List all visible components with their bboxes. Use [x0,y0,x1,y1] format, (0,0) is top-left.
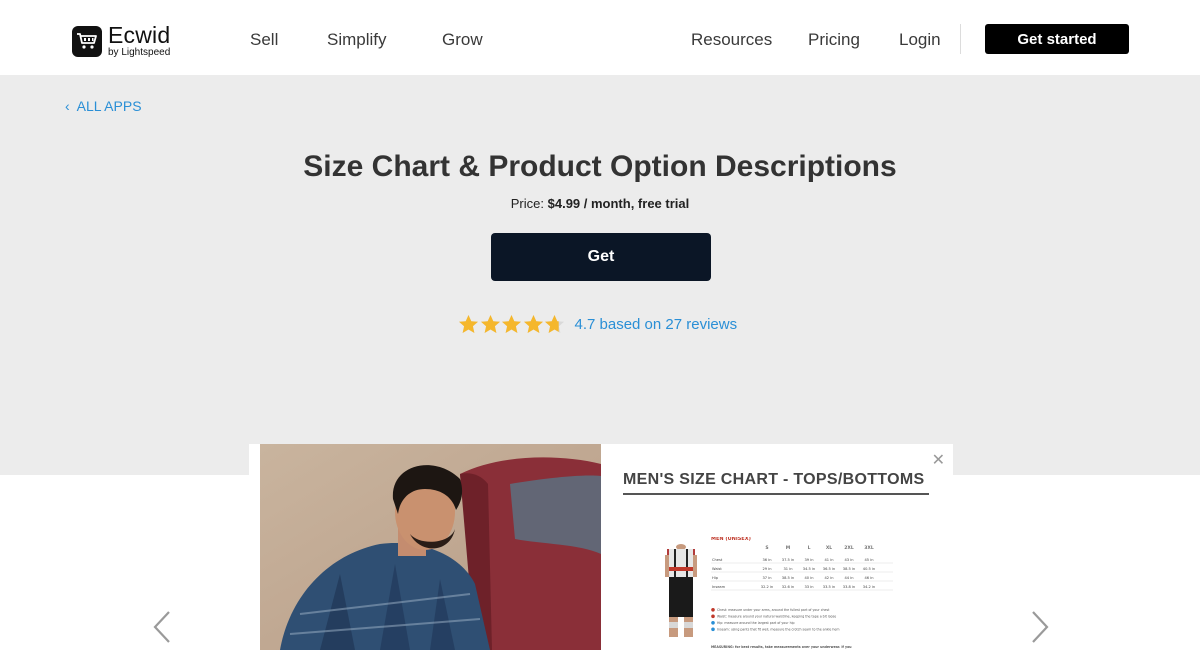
size-cell: 33.8 in [843,585,855,589]
screenshot-carousel: ✕ MEN'S SIZE CHART - TOPS/BOTTOMS MEN (U… [249,444,953,650]
size-cell: 36 in [763,558,772,562]
chevron-left-icon [153,611,170,643]
nav-resources[interactable]: Resources [691,30,772,50]
get-app-button[interactable]: Get [491,233,711,281]
star-icon [502,315,521,333]
size-cell: 29 in [763,567,772,571]
title-underline [623,493,929,495]
size-chart-title: MEN'S SIZE CHART - TOPS/BOTTOMS [623,471,925,488]
size-header: 3XL [864,545,874,551]
carousel-next-button[interactable] [1030,610,1050,650]
size-row-label: Waist [712,567,722,571]
nav-pricing[interactable]: Pricing [808,30,860,50]
logo-tagline: by Lightspeed [108,47,171,58]
star-icon [459,315,478,333]
size-cell: 38.5 in [782,576,794,580]
nav-simplify[interactable]: Simplify [327,30,387,50]
size-cell: 44 in [845,576,854,580]
size-cell: 37 in [763,576,772,580]
size-header: 2XL [844,545,854,551]
size-cell: 42 in [825,576,834,580]
star-icon [523,315,543,333]
chevron-left-icon: ‹ [65,98,70,114]
size-cell: 31 in [784,567,793,571]
svg-text:MEN (UNISEX): MEN (UNISEX) [711,537,751,542]
close-icon[interactable]: ✕ [932,450,945,470]
rating-text: 4.7 based on 27 reviews [574,316,738,333]
size-cell: 33 in [805,585,814,589]
size-header: M [786,545,791,551]
size-cell: 40.5 in [863,567,875,571]
all-apps-link[interactable]: ‹ ALL APPS [65,98,142,114]
carousel-prev-button[interactable] [152,610,172,650]
rating-stars [458,314,566,335]
size-row-label: Chest [712,558,723,562]
size-cell: 39 in [805,558,814,562]
size-cell: 34.2 in [863,585,875,589]
price-prefix: Price: [510,196,544,211]
nav-sell[interactable]: Sell [250,30,278,50]
size-chart-preview: ✕ MEN'S SIZE CHART - TOPS/BOTTOMS MEN (U… [601,444,953,650]
size-note: Hip: measure around the largest part of … [717,621,795,625]
size-cell: 45 in [865,558,874,562]
logo-name: Ecwid [108,22,171,48]
size-cell: 40 in [805,576,814,580]
all-apps-label: ALL APPS [76,98,142,114]
size-cell: 38.5 in [843,567,855,571]
nav-login[interactable]: Login [899,30,941,50]
size-row-label: Inseam [712,585,726,589]
product-photo [260,444,601,650]
get-started-button[interactable]: Get started [985,24,1129,54]
size-note: Inseam: using pants that fit well, measu… [717,628,839,632]
header-divider [960,24,961,54]
note-marker [711,621,715,625]
size-header: XL [826,545,832,551]
size-cell: 32.6 in [782,585,794,589]
size-note: Chest: measure under your arms, around t… [717,608,830,612]
size-cell: 46 in [865,576,874,580]
cart-icon [72,25,102,57]
size-row-label: Hip [712,576,719,580]
size-cell: 43 in [845,558,854,562]
size-cell: 34.5 in [803,567,815,571]
size-note: Waist: measure around your natural waist… [717,615,836,619]
size-cell: 36.5 in [823,567,835,571]
note-marker [711,614,715,619]
note-marker [711,627,715,632]
star-icon [480,315,500,333]
size-cell: 37.5 in [782,558,794,562]
svg-text:MEASURING: for best results, t: MEASURING: for best results, take measur… [711,645,852,649]
nav-grow[interactable]: Grow [442,30,483,50]
chevron-right-icon [1032,611,1049,643]
site-header: Ecwid by Lightspeed Sell Simplify Grow R… [0,0,1200,75]
size-header: S [765,545,768,551]
rating-link[interactable]: 4.7 based on 27 reviews [458,314,737,335]
size-cell: 32.2 in [761,585,773,589]
star-icon [545,315,564,333]
size-cell: 33.5 in [823,585,835,589]
note-marker [711,608,715,612]
ecwid-logo[interactable]: Ecwid by Lightspeed [72,24,170,58]
price-value: $4.99 / month, free trial [547,196,690,211]
size-cell: 41 in [825,558,834,562]
size-header: L [808,545,811,551]
price-line: Price: $4.99 / month, free trial [0,196,1200,211]
app-title: Size Chart & Product Option Descriptions [303,150,897,183]
size-chart-image: MEN (UNISEX) S M L XL 2XL 3XL Chest 36 in 37.5 … [665,537,893,649]
